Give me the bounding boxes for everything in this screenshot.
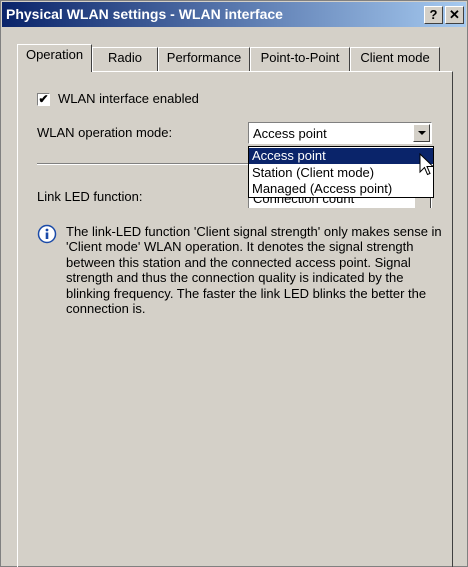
tab-point-to-point[interactable]: Point-to-Point (250, 47, 350, 71)
link-led-label: Link LED function: (37, 189, 143, 204)
wlan-enabled-checkbox[interactable]: ✔ (37, 93, 50, 106)
dropdown-option-managed[interactable]: Managed (Access point) (249, 181, 433, 197)
link-led-info-text: The link-LED function 'Client signal str… (66, 224, 442, 317)
window-title: Physical WLAN settings - WLAN interface (6, 6, 283, 22)
title-bar[interactable]: Physical WLAN settings - WLAN interface … (2, 2, 466, 27)
operation-mode-dropdown-list: Access point Station (Client mode) Manag… (248, 146, 434, 198)
wlan-enabled-label[interactable]: WLAN interface enabled (58, 91, 199, 106)
operation-mode-value: Access point (253, 126, 327, 141)
operation-mode-label: WLAN operation mode: (37, 125, 173, 140)
dropdown-option-station[interactable]: Station (Client mode) (249, 165, 433, 181)
help-button[interactable]: ? (424, 6, 443, 24)
tab-client-mode[interactable]: Client mode (350, 47, 440, 71)
tab-radio[interactable]: Radio (92, 47, 158, 71)
tab-operation[interactable]: Operation (17, 44, 92, 72)
tab-performance[interactable]: Performance (158, 47, 250, 71)
dialog-window: Physical WLAN settings - WLAN interface … (0, 0, 468, 567)
info-icon (37, 224, 57, 244)
operation-mode-select[interactable]: Access point (248, 122, 432, 144)
close-button[interactable]: ✕ (445, 6, 464, 24)
chevron-down-icon[interactable] (413, 124, 430, 142)
mouse-pointer-icon (419, 153, 435, 176)
dropdown-option-access-point[interactable]: Access point (249, 148, 433, 164)
